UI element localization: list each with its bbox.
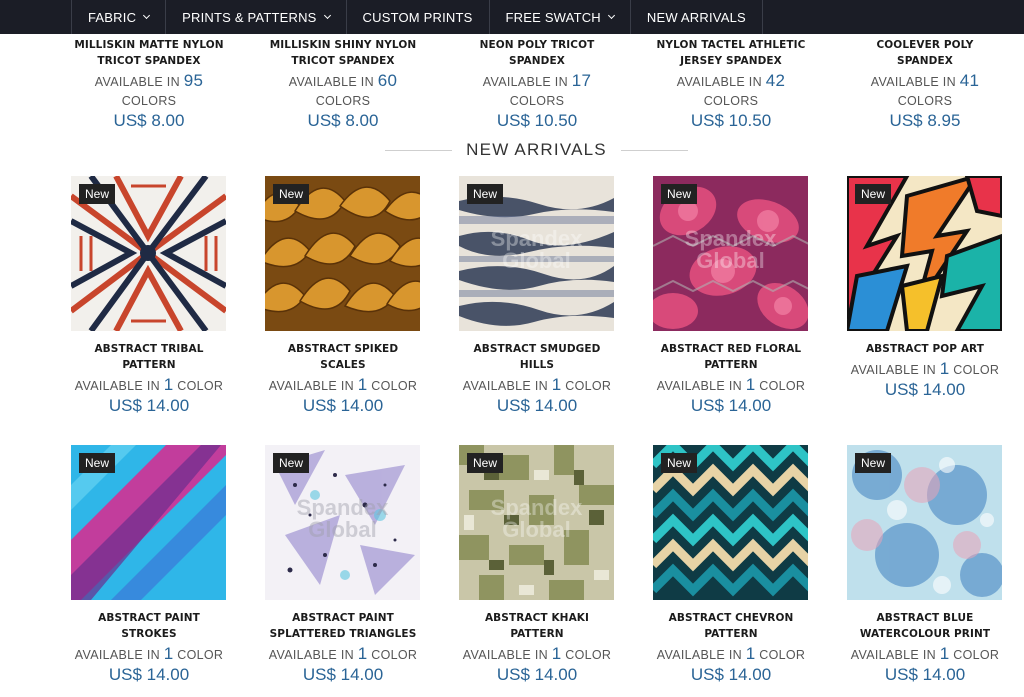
product-name[interactable]: ABSTRACT PAINT STROKES xyxy=(71,610,227,642)
product-image[interactable]: New Spandex Global xyxy=(653,176,808,331)
product-image[interactable]: New Spandex Global xyxy=(459,176,614,331)
nav-item-label: FABRIC xyxy=(88,9,137,25)
product-card[interactable]: NYLON TACTEL ATHLETIC JERSEY SPANDEX AVA… xyxy=(653,37,809,131)
product-availability: AVAILABLE IN 1 COLOR xyxy=(74,375,224,394)
product-price: US$ 14.00 xyxy=(690,665,772,684)
product-card[interactable]: New ABSTRACT TRIBAL PATTERN AVAILABLE IN… xyxy=(71,176,227,416)
new-badge: New xyxy=(855,184,892,204)
product-image[interactable]: New xyxy=(265,176,420,331)
product-availability: AVAILABLE IN 1 COLOR xyxy=(462,644,612,663)
product-price: US$ 8.00 xyxy=(307,111,379,130)
product-price: US$ 10.50 xyxy=(690,111,772,130)
product-image[interactable]: New xyxy=(71,176,226,331)
product-price: US$ 14.00 xyxy=(496,396,578,415)
product-name[interactable]: ABSTRACT CHEVRON PATTERN xyxy=(653,610,809,642)
top-nav-bar: FABRIC PRINTS & PATTERNS CUSTOM PRINTS F… xyxy=(0,0,1024,34)
nav-item-custom-prints[interactable]: CUSTOM PRINTS xyxy=(347,0,490,34)
nav-menu: FABRIC PRINTS & PATTERNS CUSTOM PRINTS F… xyxy=(71,0,763,34)
product-availability: AVAILABLE IN 1 COLOR xyxy=(268,644,418,663)
product-card[interactable]: COOLEVER POLY SPANDEX AVAILABLE IN 41 CO… xyxy=(847,37,1003,131)
product-card[interactable]: New Spandex Global ABSTRACT RED FLORAL P… xyxy=(653,176,809,416)
section-title: NEW ARRIVALS xyxy=(466,140,607,159)
nav-item-label: PRINTS & PATTERNS xyxy=(182,9,317,25)
product-name[interactable]: ABSTRACT SMUDGED HILLS xyxy=(459,341,615,373)
new-arrivals-heading: NEW ARRIVALS xyxy=(385,138,689,162)
nav-item-new-arrivals[interactable]: NEW ARRIVALS xyxy=(631,0,763,34)
product-name[interactable]: ABSTRACT POP ART xyxy=(847,341,1003,357)
nav-item-label: NEW ARRIVALS xyxy=(646,9,746,25)
new-badge: New xyxy=(467,184,504,204)
product-price: US$ 14.00 xyxy=(302,665,384,684)
product-card[interactable]: New Spandex Global ABSTRACT PAINT SPLATT… xyxy=(265,445,421,685)
product-price: US$ 14.00 xyxy=(496,665,578,684)
product-card[interactable]: New ABSTRACT CHEVRON PATTERN AVAILABLE I… xyxy=(653,445,809,685)
product-name[interactable]: COOLEVER POLY SPANDEX xyxy=(847,37,1003,69)
product-availability: AVAILABLE IN 1 COLOR xyxy=(656,375,806,394)
product-price: US$ 10.50 xyxy=(496,111,578,130)
product-availability: AVAILABLE IN 1 COLOR xyxy=(462,375,612,394)
product-card[interactable]: New ABSTRACT BLUE WATERCOLOUR PRINT AVAI… xyxy=(847,445,1003,685)
new-badge: New xyxy=(79,453,116,473)
product-price: US$ 14.00 xyxy=(302,396,384,415)
new-badge: New xyxy=(661,184,698,204)
product-name[interactable]: MILLISKIN SHINY NYLON TRICOT SPANDEX xyxy=(265,37,421,69)
nav-item-label: FREE SWATCH xyxy=(505,9,601,25)
new-badge: New xyxy=(467,453,504,473)
divider xyxy=(620,149,689,151)
product-name[interactable]: NEON POLY TRICOT SPANDEX xyxy=(459,37,615,69)
product-price: US$ 14.00 xyxy=(690,396,772,415)
product-name[interactable]: ABSTRACT BLUE WATERCOLOUR PRINT xyxy=(847,610,1003,642)
new-badge: New xyxy=(273,453,310,473)
nav-item-label: CUSTOM PRINTS xyxy=(362,9,473,25)
product-name[interactable]: ABSTRACT RED FLORAL PATTERN xyxy=(653,341,809,373)
product-image[interactable]: New xyxy=(847,445,1002,600)
product-price: US$ 8.00 xyxy=(113,111,185,130)
product-image[interactable]: New xyxy=(847,176,1002,331)
product-image[interactable]: New xyxy=(71,445,226,600)
product-name[interactable]: ABSTRACT KHAKI PATTERN xyxy=(459,610,615,642)
product-availability: AVAILABLE IN 1 COLOR xyxy=(850,359,1000,378)
product-name[interactable]: ABSTRACT SPIKED SCALES xyxy=(265,341,421,373)
product-name[interactable]: NYLON TACTEL ATHLETIC JERSEY SPANDEX xyxy=(653,37,809,69)
product-availability: AVAILABLE IN 1 COLOR xyxy=(850,644,1000,663)
product-name[interactable]: MILLISKIN MATTE NYLON TRICOT SPANDEX xyxy=(71,37,227,69)
product-availability: AVAILABLE IN 1 COLOR xyxy=(656,644,806,663)
chevron-down-icon xyxy=(607,11,615,20)
product-availability: AVAILABLE IN 41 COLORS xyxy=(870,71,980,108)
product-price: US$ 14.00 xyxy=(108,396,190,415)
product-price: US$ 14.00 xyxy=(108,665,190,684)
product-availability: AVAILABLE IN 1 COLOR xyxy=(74,644,224,663)
product-card[interactable]: New ABSTRACT POP ART AVAILABLE IN 1 COLO… xyxy=(847,176,1003,400)
product-name[interactable]: ABSTRACT PAINT SPLATTERED TRIANGLES xyxy=(265,610,421,642)
product-availability: AVAILABLE IN 60 COLORS xyxy=(288,71,398,108)
product-card[interactable]: New ABSTRACT SPIKED SCALES AVAILABLE IN … xyxy=(265,176,421,416)
product-price: US$ 14.00 xyxy=(884,665,966,684)
chevron-down-icon xyxy=(323,11,331,20)
product-card[interactable]: MILLISKIN SHINY NYLON TRICOT SPANDEX AVA… xyxy=(265,37,421,131)
product-card[interactable]: New ABSTRACT PAINT STROKES AVAILABLE IN … xyxy=(71,445,227,685)
divider xyxy=(385,149,453,151)
nav-item-free-swatch[interactable]: FREE SWATCH xyxy=(490,0,631,34)
product-name[interactable]: ABSTRACT TRIBAL PATTERN xyxy=(71,341,227,373)
product-availability: AVAILABLE IN 17 COLORS xyxy=(482,71,592,108)
product-price: US$ 14.00 xyxy=(884,380,966,399)
product-image[interactable]: New Spandex Global xyxy=(459,445,614,600)
product-image[interactable]: New xyxy=(653,445,808,600)
new-badge: New xyxy=(661,453,698,473)
product-card[interactable]: New Spandex Global ABSTRACT KHAKI PATTER… xyxy=(459,445,615,685)
chevron-down-icon xyxy=(143,11,151,20)
product-availability: AVAILABLE IN 42 COLORS xyxy=(676,71,786,108)
product-availability: AVAILABLE IN 95 COLORS xyxy=(94,71,204,108)
nav-item-prints-patterns[interactable]: PRINTS & PATTERNS xyxy=(166,0,347,34)
product-price: US$ 8.95 xyxy=(889,111,961,130)
new-badge: New xyxy=(855,453,892,473)
new-badge: New xyxy=(79,184,116,204)
nav-item-fabric[interactable]: FABRIC xyxy=(72,0,167,34)
product-image[interactable]: New Spandex Global xyxy=(265,445,420,600)
product-card[interactable]: MILLISKIN MATTE NYLON TRICOT SPANDEX AVA… xyxy=(71,37,227,131)
new-badge: New xyxy=(273,184,310,204)
product-availability: AVAILABLE IN 1 COLOR xyxy=(268,375,418,394)
product-card[interactable]: New Spandex Global ABSTRACT SMUDGED HILL… xyxy=(459,176,615,416)
product-card[interactable]: NEON POLY TRICOT SPANDEX AVAILABLE IN 17… xyxy=(459,37,615,131)
